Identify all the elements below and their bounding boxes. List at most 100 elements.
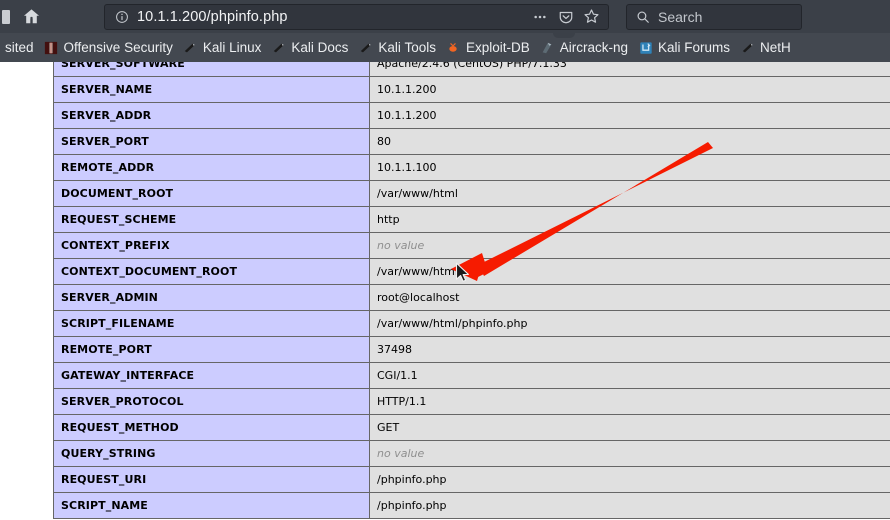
table-row: CONTEXT_PREFIX no value [53,232,890,259]
bookmark-label: Exploit-DB [465,40,530,55]
page-content: SERVER_SOFTWARE Apache/2.4.6 (CentOS) PH… [0,62,890,520]
env-var-name: SERVER_SOFTWARE [53,62,370,77]
bookmark-nethunter[interactable]: NetH [735,37,796,59]
table-row: QUERY_STRING no value [53,440,890,467]
kali-dragon-icon [183,40,198,55]
table-row: CONTEXT_DOCUMENT_ROOT /var/www/html [53,258,890,285]
table-row: SERVER_PORT 80 [53,128,890,155]
table-row: GATEWAY_INTERFACE CGI/1.1 [53,362,890,389]
env-var-name: DOCUMENT_ROOT [53,180,370,207]
env-var-value: /var/www/html [369,180,890,207]
env-var-name: REQUEST_URI [53,466,370,493]
env-var-value: no value [369,232,890,259]
env-var-name: REQUEST_METHOD [53,414,370,441]
bookmark-kali-forums[interactable]: Kali Forums [633,37,735,59]
search-icon [635,9,650,24]
table-row: SCRIPT_FILENAME /var/www/html/phpinfo.ph… [53,310,890,337]
env-var-name: SERVER_PORT [53,128,370,155]
table-row: REQUEST_METHOD GET [53,414,890,441]
kali-dragon-icon [358,40,373,55]
table-row: SERVER_SOFTWARE Apache/2.4.6 (CentOS) PH… [53,62,890,77]
env-var-name: REQUEST_SCHEME [53,206,370,233]
kali-dragon-icon [740,40,755,55]
url-bar-actions [531,8,602,25]
search-input[interactable]: Search [658,9,702,25]
env-var-name: QUERY_STRING [53,440,370,467]
search-bar[interactable]: Search [626,3,802,30]
bookmark-most-visited[interactable]: sited [0,37,39,59]
home-icon [22,7,41,26]
table-row: SCRIPT_NAME /phpinfo.php [53,492,890,519]
env-var-value: 10.1.1.200 [369,76,890,103]
env-var-name: CONTEXT_PREFIX [53,232,370,259]
env-var-value: /phpinfo.php [369,466,890,493]
exploit-db-icon [446,40,461,55]
env-var-value: 37498 [369,336,890,363]
bookmarks-bar: sited Offensive Security Kali Linux Kali… [0,33,890,62]
table-row: REQUEST_SCHEME http [53,206,890,233]
env-var-value: 80 [369,128,890,155]
bookmark-label: Aircrack-ng [559,40,629,55]
env-var-name: SERVER_ADDR [53,102,370,129]
bookmark-label: Kali Tools [378,40,436,55]
table-row: SERVER_ADDR 10.1.1.200 [53,102,890,129]
toolbar-left-clipped-button[interactable] [2,9,10,24]
env-var-value: Apache/2.4.6 (CentOS) PHP/7.1.33 [369,62,890,77]
bookmark-kali-docs[interactable]: Kali Docs [266,37,353,59]
env-var-name: SERVER_ADMIN [53,284,370,311]
env-var-value: /var/www/html/phpinfo.php [369,310,890,337]
table-row: SERVER_ADMIN root@localhost [53,284,890,311]
bookmark-label: sited [5,40,34,55]
bookmark-label: Kali Linux [202,40,262,55]
kali-dragon-icon [271,40,286,55]
env-var-value: root@localhost [369,284,890,311]
env-var-value: HTTP/1.1 [369,388,890,415]
env-var-name: SERVER_NAME [53,76,370,103]
bookmark-aircrack-ng[interactable]: Aircrack-ng [535,37,633,59]
table-body: SERVER_SOFTWARE Apache/2.4.6 (CentOS) PH… [53,62,890,519]
tab-connector [553,33,575,38]
env-var-name: REMOTE_PORT [53,336,370,363]
bookmark-label: Kali Forums [658,40,731,55]
ellipsis-icon[interactable] [531,8,548,25]
table-row: SERVER_PROTOCOL HTTP/1.1 [53,388,890,415]
env-var-value: GET [369,414,890,441]
env-var-name: REMOTE_ADDR [53,154,370,181]
table-row: REMOTE_PORT 37498 [53,336,890,363]
env-var-value: http [369,206,890,233]
home-button[interactable] [14,3,48,31]
env-var-value: no value [369,440,890,467]
offensive-security-icon [44,40,59,55]
env-var-name: CONTEXT_DOCUMENT_ROOT [53,258,370,285]
bookmark-label: NetH [760,40,791,55]
bookmark-label: Offensive Security [63,40,173,55]
env-var-value: /var/www/html [369,258,890,285]
table-row: DOCUMENT_ROOT /var/www/html [53,180,890,207]
table-row: REMOTE_ADDR 10.1.1.100 [53,154,890,181]
navigation-toolbar: 10.1.1.200/phpinfo.php Search [0,0,890,33]
bookmark-kali-linux[interactable]: Kali Linux [178,37,267,59]
url-bar[interactable]: 10.1.1.200/phpinfo.php [104,3,609,30]
browser-chrome: 10.1.1.200/phpinfo.php Search sited Offe… [0,0,890,62]
info-circle-icon[interactable] [114,9,130,25]
viewport-top-clip [0,0,890,3]
env-var-name: SCRIPT_NAME [53,492,370,519]
bookmark-kali-tools[interactable]: Kali Tools [353,37,441,59]
env-var-value: CGI/1.1 [369,362,890,389]
star-icon[interactable] [583,8,600,25]
bookmark-exploit-db[interactable]: Exploit-DB [441,37,535,59]
env-var-value: /phpinfo.php [369,492,890,519]
pocket-save-icon[interactable] [557,8,574,25]
table-row: SERVER_NAME 10.1.1.200 [53,76,890,103]
bookmark-label: Kali Docs [291,40,349,55]
table-row: REQUEST_URI /phpinfo.php [53,466,890,493]
env-var-name: SCRIPT_FILENAME [53,310,370,337]
bookmark-offensive-security[interactable]: Offensive Security [39,37,178,59]
env-var-value: 10.1.1.100 [369,154,890,181]
kali-forums-icon [638,40,653,55]
browser-window: 10.1.1.200/phpinfo.php Search sited Offe… [0,0,890,520]
phpinfo-environment-table: SERVER_SOFTWARE Apache/2.4.6 (CentOS) PH… [53,62,890,519]
env-var-value: 10.1.1.200 [369,102,890,129]
url-text: 10.1.1.200/phpinfo.php [137,8,288,25]
env-var-name: GATEWAY_INTERFACE [53,362,370,389]
